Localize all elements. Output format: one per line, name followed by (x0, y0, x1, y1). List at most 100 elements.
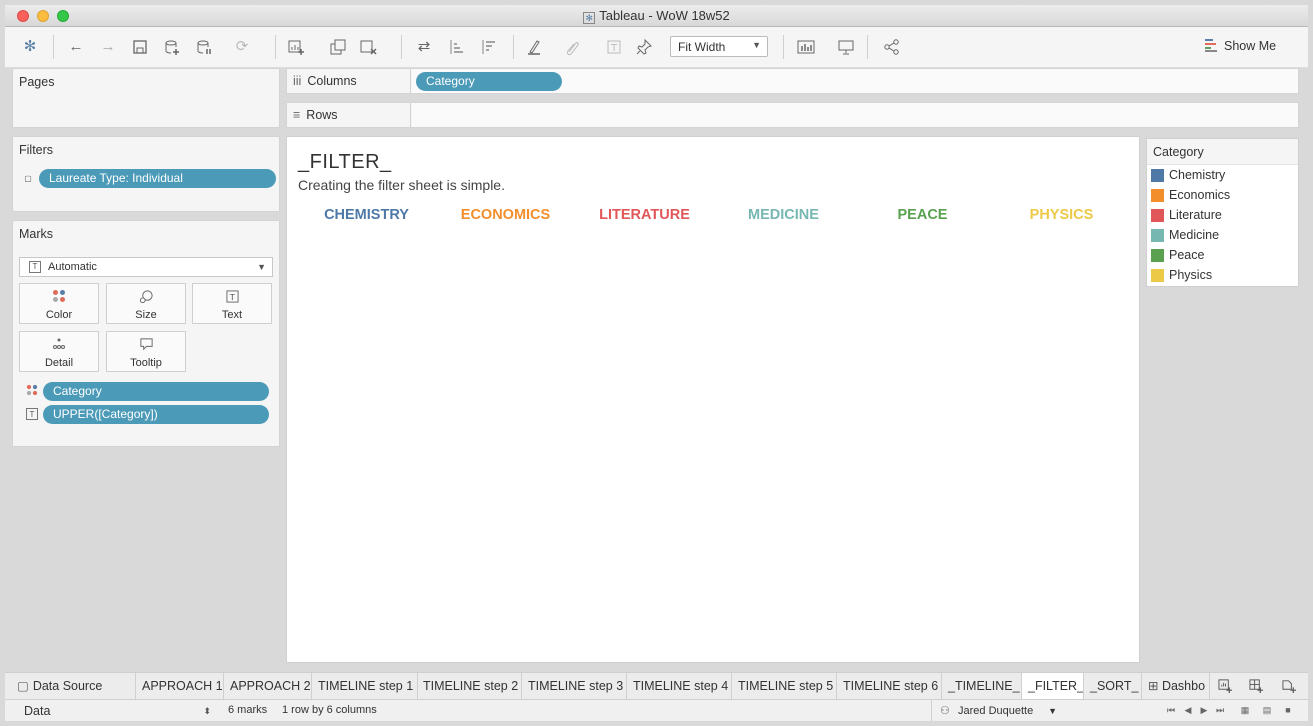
sheet-tab-label: _FILTER_ (1028, 679, 1084, 693)
show-me-button[interactable]: Show Me (1205, 38, 1276, 53)
columns-pill-category[interactable]: Category (416, 72, 562, 91)
new-dashboard-tab-icon[interactable] (1248, 678, 1264, 694)
tableau-file-icon: ✻ (583, 12, 596, 24)
legend-item-physics[interactable]: Physics (1147, 265, 1298, 285)
mark-type-dropdown[interactable]: T Automatic ▼ (19, 257, 273, 277)
sort-ascending-icon[interactable] (445, 37, 467, 57)
filters-card[interactable]: Filters ▢ Laureate Type: Individual (12, 136, 280, 212)
columns-shelf[interactable]: iii Columns Category (286, 68, 1299, 94)
detail-icon (20, 337, 98, 357)
new-worksheet-icon[interactable] (285, 37, 307, 57)
legend-item-medicine[interactable]: Medicine (1147, 225, 1298, 245)
columns-label: iii Columns (287, 69, 411, 93)
clear-sheet-icon[interactable] (357, 37, 379, 57)
color-label: Color (45, 309, 73, 321)
user-icon: ⚇ (940, 705, 950, 717)
legend-item-chemistry[interactable]: Chemistry (1147, 165, 1298, 185)
undo-icon[interactable]: ← (65, 37, 87, 57)
pin-icon[interactable] (633, 37, 655, 57)
tableau-logo-icon[interactable]: ✻ (19, 37, 41, 57)
next-sheet-icon[interactable]: ▶ (1198, 703, 1210, 717)
group-icon[interactable] (561, 37, 583, 57)
category-label-literature[interactable]: LITERATURE (575, 207, 714, 223)
text-mark-icon: T (29, 261, 41, 273)
legend-item-label: Literature (1169, 208, 1222, 222)
legend-item-economics[interactable]: Economics (1147, 185, 1298, 205)
highlight-icon[interactable] (523, 37, 545, 57)
legend-item-peace[interactable]: Peace (1147, 245, 1298, 265)
rows-icon: ≡ (293, 108, 301, 122)
tooltip-button[interactable]: Tooltip (106, 331, 186, 372)
first-sheet-icon[interactable]: ⏮ (1165, 703, 1177, 717)
category-label-peace[interactable]: PEACE (853, 207, 992, 223)
sheet-tab[interactable]: _SORT_ (1084, 673, 1142, 699)
tab-data-source[interactable]: ▢ Data Source (5, 673, 136, 699)
columns-icon: iii (293, 74, 302, 88)
new-worksheet-tab-icon[interactable] (1217, 678, 1233, 694)
category-legend[interactable]: Category Chemistry Economics Literature Med… (1146, 138, 1299, 287)
presentation-icon[interactable] (835, 37, 857, 57)
svg-text:T: T (610, 43, 618, 54)
size-button[interactable]: Size (106, 283, 186, 324)
sheet-tab[interactable]: TIMELINE step 4 (627, 673, 732, 699)
sheet-tab[interactable]: TIMELINE step 6 (837, 673, 942, 699)
sheet-tab[interactable]: ⊞ Dashbo (1142, 673, 1210, 699)
sorter-view-icon[interactable]: ▤ (1261, 703, 1273, 717)
chart-type-icon[interactable] (795, 37, 817, 57)
data-source-selector[interactable]: Data ⬍ (19, 702, 215, 720)
new-data-source-icon[interactable] (161, 37, 183, 57)
save-icon[interactable] (129, 37, 151, 57)
sheet-tab-label: TIMELINE step 5 (738, 679, 834, 693)
category-label-physics[interactable]: PHYSICS (992, 207, 1131, 223)
filmstrip-view-icon[interactable]: ▦ (1239, 703, 1251, 717)
pages-card[interactable]: Pages (12, 68, 280, 128)
tabs-view-icon[interactable]: ■ (1282, 703, 1294, 717)
user-menu[interactable]: ⚇ Jared Duquette ▼ (931, 700, 1063, 722)
color-button[interactable]: Color (19, 283, 99, 324)
sheet-tab[interactable]: TIMELINE step 2 (417, 673, 522, 699)
marks-field-category[interactable]: Category (43, 382, 269, 401)
sheet-tab[interactable]: _TIMELINE_ (942, 673, 1022, 699)
last-sheet-icon[interactable]: ⏭ (1214, 703, 1226, 717)
share-icon[interactable] (881, 37, 903, 57)
redo-icon[interactable]: → (97, 37, 119, 57)
rows-shelf[interactable]: ≡ Rows (286, 102, 1299, 128)
category-label-chemistry[interactable]: CHEMISTRY (297, 207, 436, 223)
duplicate-sheet-icon[interactable] (327, 37, 349, 57)
fit-width-dropdown[interactable]: Fit Width ▼ (670, 36, 768, 57)
marks-field-upper-category[interactable]: UPPER([Category]) (43, 405, 269, 424)
legend-item-literature[interactable]: Literature (1147, 205, 1298, 225)
sheet-tab[interactable]: APPROACH 2 (224, 673, 312, 699)
pause-updates-icon[interactable] (193, 37, 215, 57)
category-label-economics[interactable]: ECONOMICS (436, 207, 575, 223)
legend-swatch (1151, 169, 1164, 182)
sheet-tab[interactable]: APPROACH 1 (136, 673, 224, 699)
viz-canvas[interactable]: _FILTER_ Creating the filter sheet is si… (286, 136, 1140, 663)
mark-type-label: Automatic (48, 261, 97, 273)
sort-descending-icon[interactable] (477, 37, 499, 57)
swap-icon[interactable]: ⇄ (413, 37, 435, 57)
color-field-icon (26, 384, 38, 396)
window-title-text: Tableau - WoW 18w52 (599, 8, 730, 23)
sheet-tab[interactable]: TIMELINE step 1 (312, 673, 418, 699)
chevron-down-icon: ▼ (257, 262, 266, 272)
prev-sheet-icon[interactable]: ◀ (1182, 703, 1194, 717)
legend-item-label: Economics (1169, 188, 1231, 202)
sheet-tab-label: TIMELINE step 2 (423, 679, 519, 693)
columns-drop-area[interactable]: Category (412, 69, 1298, 93)
sheet-tab[interactable]: TIMELINE step 3 (522, 673, 627, 699)
new-story-tab-icon[interactable] (1281, 678, 1297, 694)
category-label-medicine[interactable]: MEDICINE (714, 207, 853, 223)
sheet-tab[interactable]: TIMELINE step 5 (732, 673, 837, 699)
text-button[interactable]: T Text (192, 283, 272, 324)
legend-swatch (1151, 209, 1164, 222)
sheet-title: _FILTER_ (298, 151, 392, 173)
refresh-icon[interactable]: ⟳ (231, 37, 253, 57)
filter-pill-laureate-type[interactable]: Laureate Type: Individual (39, 169, 276, 188)
pages-title: Pages (19, 75, 55, 89)
rows-drop-area[interactable] (412, 103, 1298, 127)
sheet-tab[interactable]: _FILTER_ (1022, 673, 1084, 699)
labels-icon[interactable]: T (603, 37, 625, 57)
status-bar: Data ⬍ 6 marks 1 row by 6 columns ⚇ Jare… (5, 699, 1308, 722)
detail-button[interactable]: Detail (19, 331, 99, 372)
